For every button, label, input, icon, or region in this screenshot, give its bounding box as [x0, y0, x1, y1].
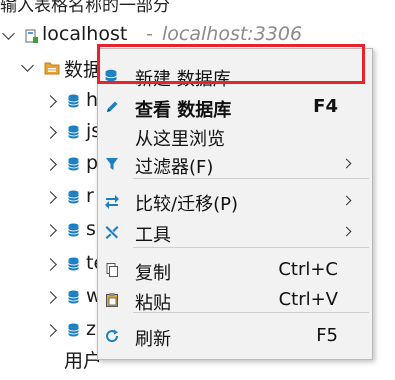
search-hint-text: 输入表格名称的一部分 — [0, 0, 170, 16]
menu-item-copy[interactable]: 复制 Ctrl+C — [98, 254, 370, 286]
database-icon — [68, 290, 79, 304]
menu-item-view-database[interactable]: 查看 数据库 F4 — [98, 91, 370, 123]
menu-item-label: 刷新 — [135, 329, 171, 350]
refresh-icon — [104, 328, 120, 344]
menu-item-label: 新建 数据库 — [135, 69, 231, 90]
filter-icon — [104, 156, 120, 172]
menu-item-shortcut: F4 — [313, 96, 338, 117]
menu-item-label: 复制 — [135, 263, 171, 284]
chevron-right-icon[interactable] — [44, 126, 57, 139]
database-name: z — [86, 318, 96, 340]
menu-item-shortcut: Ctrl+V — [278, 289, 338, 310]
database-icon — [68, 125, 79, 139]
edit-pencil-icon — [104, 99, 120, 115]
chevron-right-icon — [341, 158, 352, 169]
paste-icon — [104, 292, 120, 308]
menu-item-label: 比较/迁移(P) — [135, 194, 238, 215]
database-icon — [68, 223, 79, 237]
chevron-right-icon[interactable] — [44, 224, 57, 237]
menu-item-paste[interactable]: 粘贴 Ctrl+V — [98, 284, 370, 316]
folder-icon — [44, 60, 60, 75]
database-icon — [68, 94, 79, 108]
menu-item-tools[interactable]: 工具 — [98, 216, 370, 248]
chevron-down-icon[interactable] — [21, 59, 34, 72]
connection-icon — [24, 27, 40, 45]
chevron-right-icon[interactable] — [44, 258, 57, 271]
menu-item-label: 过滤器(F) — [135, 157, 214, 178]
menu-item-new-database[interactable]: 新建 数据库 — [98, 60, 370, 92]
menu-item-label: 粘贴 — [135, 293, 171, 314]
chevron-right-icon[interactable] — [44, 191, 57, 204]
chevron-right-icon — [341, 195, 352, 206]
menu-item-refresh[interactable]: 刷新 F5 — [98, 320, 370, 352]
context-menu: 新建 数据库 查看 数据库 F4 从这里浏览 过滤器(F) 比较/迁移(P) 工具 复制 Ctr… — [97, 48, 373, 360]
database-add-icon — [104, 68, 120, 84]
chevron-right-icon[interactable] — [44, 324, 57, 337]
connection-host: localhost:3306 — [162, 23, 303, 45]
menu-item-shortcut: Ctrl+C — [278, 259, 338, 280]
menu-item-label: 工具 — [135, 225, 171, 246]
chevron-down-icon[interactable] — [2, 27, 15, 40]
menu-item-shortcut: F5 — [316, 325, 338, 346]
database-icon — [68, 323, 79, 337]
database-icon — [68, 157, 79, 171]
chevron-right-icon[interactable] — [44, 291, 57, 304]
tools-icon — [104, 224, 120, 240]
chevron-right-icon[interactable] — [44, 158, 57, 171]
chevron-right-icon — [341, 226, 352, 237]
chevron-right-icon[interactable] — [44, 95, 57, 108]
database-name: s — [86, 218, 96, 240]
menu-item-compare-migrate[interactable]: 比较/迁移(P) — [98, 185, 370, 217]
database-name: r — [86, 185, 94, 207]
database-icon — [68, 190, 79, 204]
copy-icon — [104, 262, 120, 278]
menu-item-label: 查看 数据库 — [135, 100, 232, 121]
menu-item-filter[interactable]: 过滤器(F) — [98, 148, 370, 180]
database-icon — [68, 257, 79, 271]
compare-icon — [104, 193, 120, 209]
connection-separator: - — [146, 23, 153, 45]
connection-name: localhost — [42, 23, 128, 45]
